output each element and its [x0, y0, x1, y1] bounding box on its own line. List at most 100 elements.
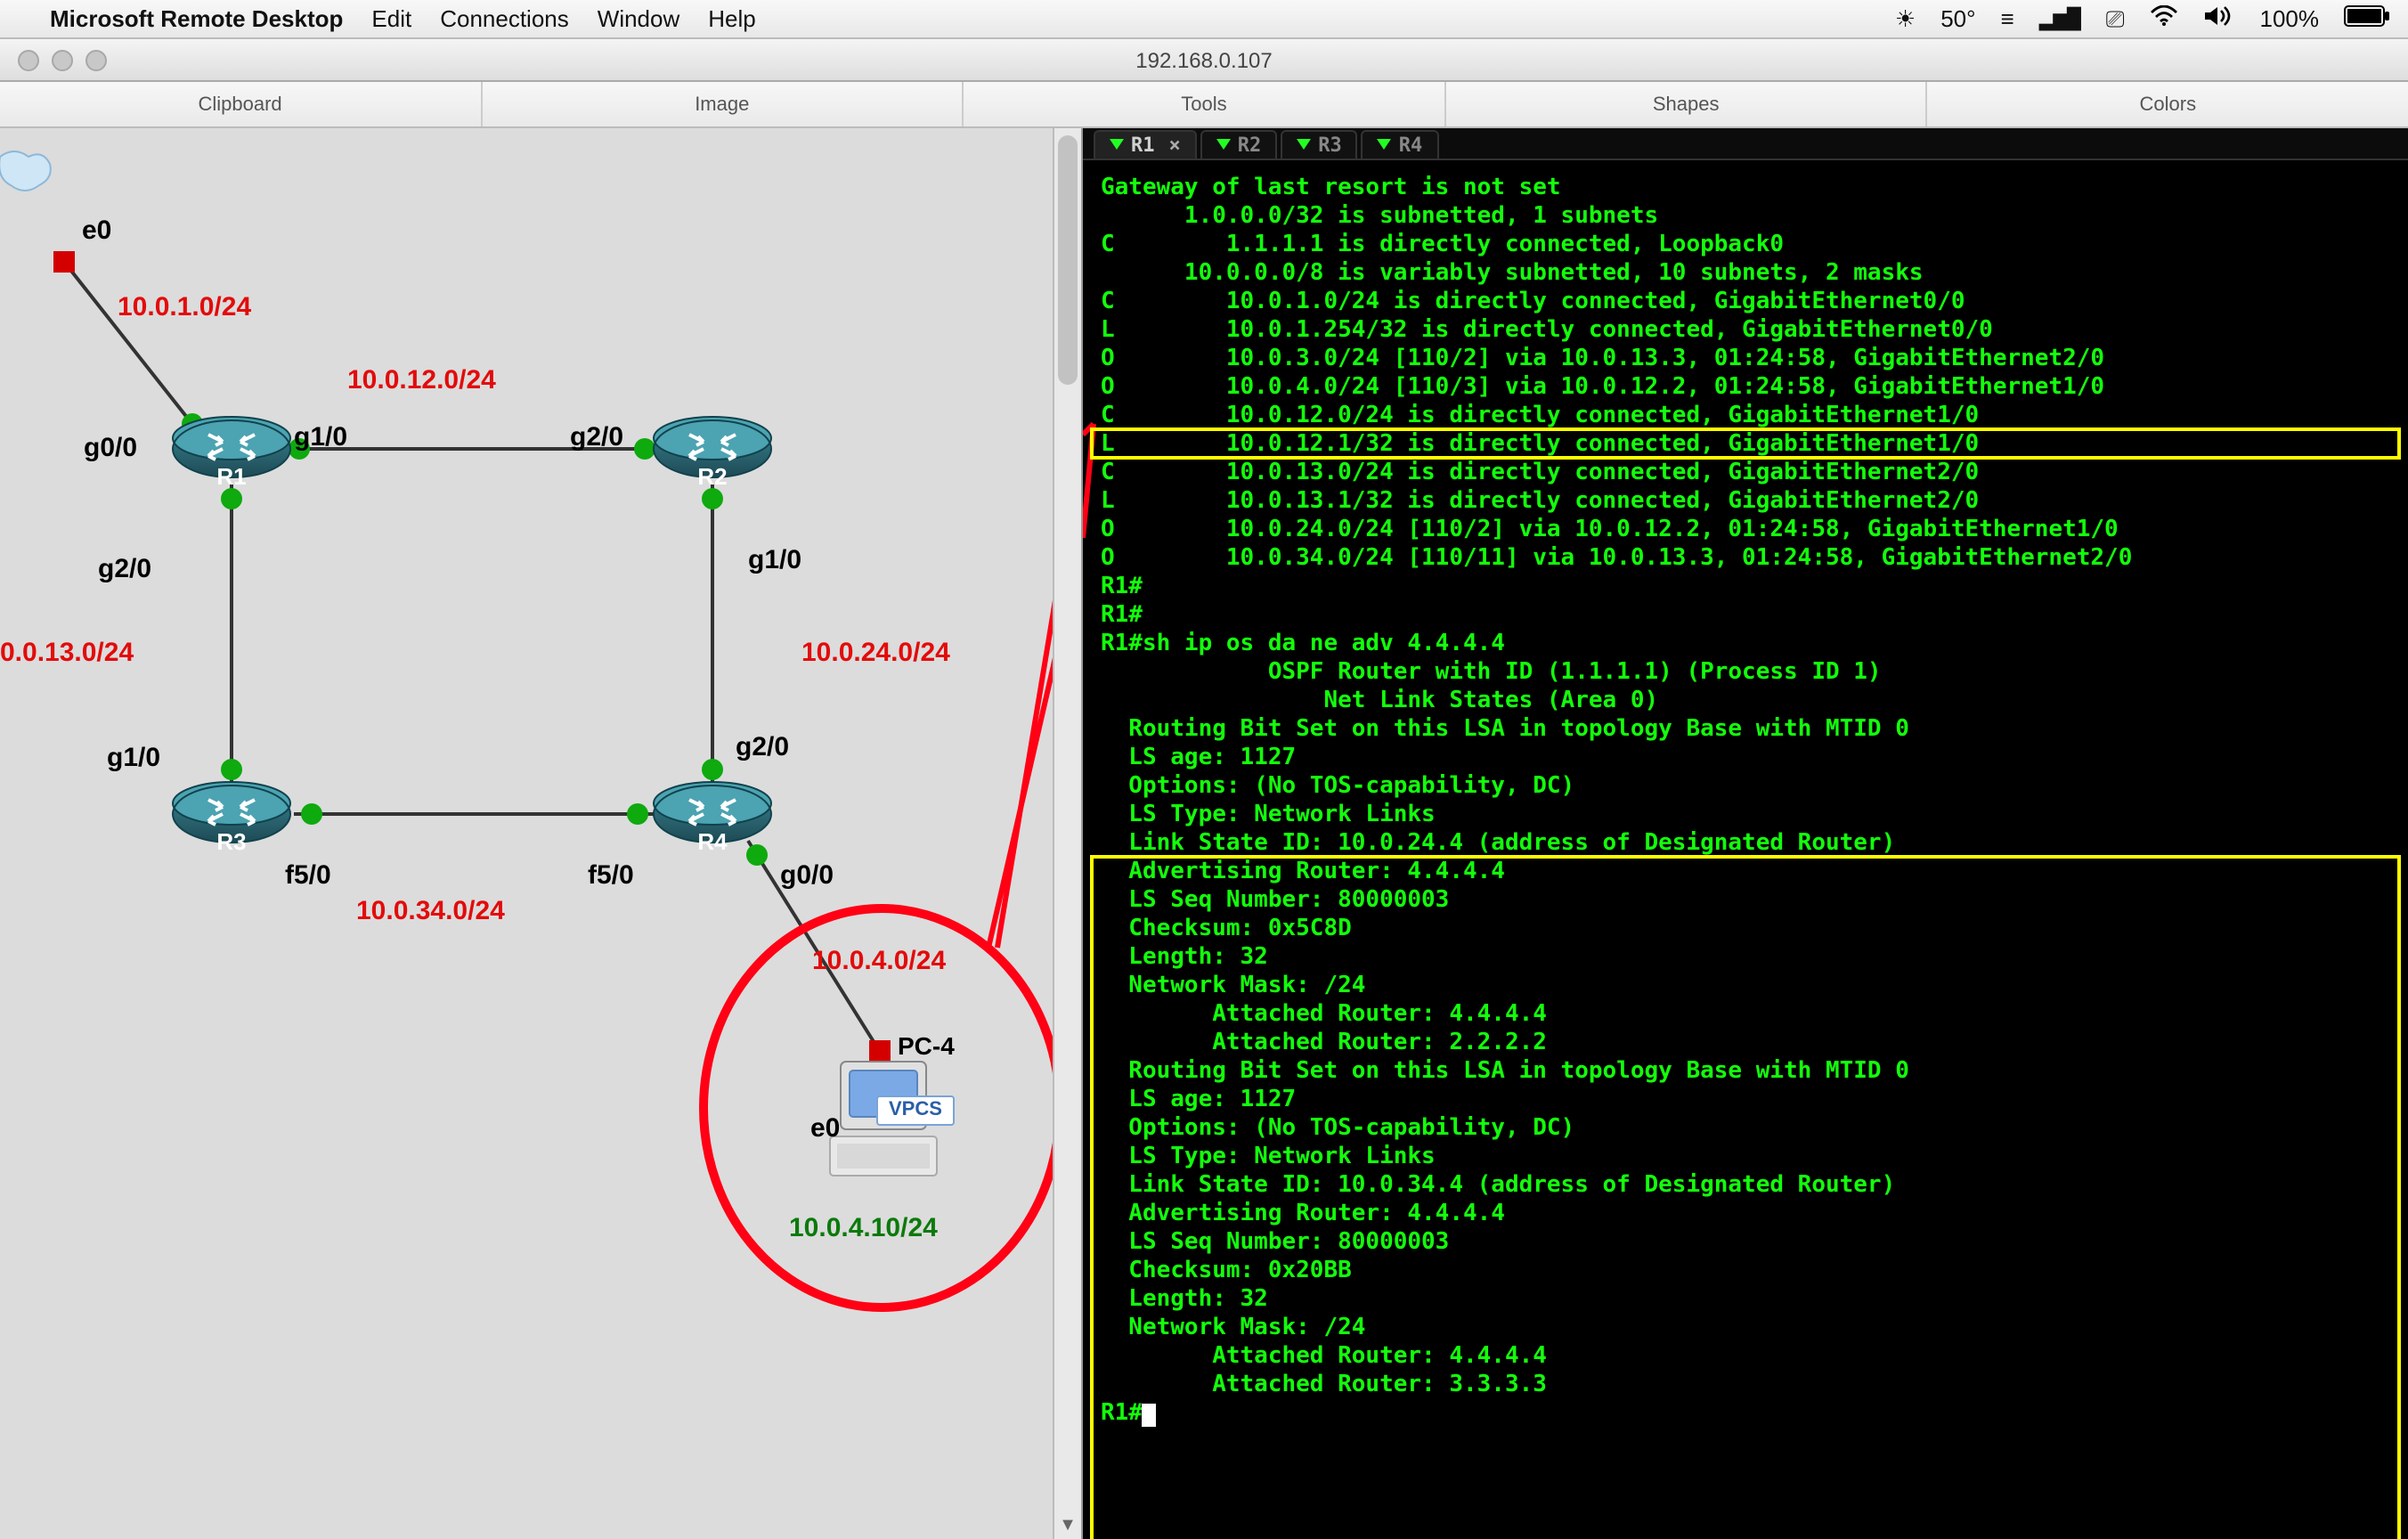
terminal-line: 1.0.0.0/32 is subnetted, 1 subnets — [1101, 203, 2390, 232]
net-10-0-24: 10.0.24.0/24 — [801, 639, 950, 666]
toolbar-clipboard[interactable]: Clipboard — [0, 82, 482, 126]
terminal-line: LS Type: Network Links — [1101, 1144, 2390, 1172]
terminal-line: R1#sh ip os da ne adv 4.4.4.4 — [1101, 631, 2390, 659]
terminal-line: LS Seq Number: 80000003 — [1101, 1229, 2390, 1258]
iface-r4-f50: f5/0 — [588, 862, 634, 889]
topology-links — [0, 128, 1083, 1539]
tab-status-icon — [1216, 139, 1231, 150]
close-icon[interactable] — [18, 49, 39, 70]
app-name[interactable]: Microsoft Remote Desktop — [50, 5, 343, 32]
window-controls[interactable] — [0, 49, 107, 70]
terminal-tab-r2[interactable]: R2 — [1200, 129, 1278, 158]
pc4-badge: VPCS — [876, 1095, 955, 1126]
iface-r2-g10: g1/0 — [748, 547, 801, 574]
rd-title: 192.168.0.107 — [1135, 47, 1273, 72]
menu-connections[interactable]: Connections — [440, 5, 569, 32]
terminal-line: C 1.1.1.1 is directly connected, Loopbac… — [1101, 232, 2390, 260]
topology-canvas[interactable]: R1 R2 R3 R4 — [0, 128, 1083, 1539]
terminal-pane[interactable]: R1 × R2 R3 R4 — [1083, 128, 2408, 1539]
battery-icon[interactable] — [2344, 5, 2390, 32]
router-r3-label: R3 — [169, 830, 294, 853]
router-r1[interactable]: R1 — [169, 413, 294, 484]
display-icon[interactable]: ⎚ — [2106, 4, 2125, 33]
scroll-down-icon[interactable]: ▼ — [1054, 1510, 1081, 1539]
toolbar-shapes[interactable]: Shapes — [1446, 82, 1928, 126]
terminal-tab-r1[interactable]: R1 × — [1094, 129, 1197, 158]
tab-status-icon — [1110, 139, 1124, 150]
menu-window[interactable]: Window — [598, 5, 680, 32]
terminal-line: LS age: 1127 — [1101, 1087, 2390, 1115]
terminal-body[interactable]: Gateway of last resort is not set 1.0.0.… — [1083, 160, 2408, 1539]
terminal-line: O 10.0.3.0/24 [110/2] via 10.0.13.3, 01:… — [1101, 346, 2390, 374]
terminal-line: Link State ID: 10.0.24.4 (address of Des… — [1101, 830, 2390, 859]
terminal-line: LS Type: Network Links — [1101, 802, 2390, 830]
terminal-tab-r4[interactable]: R4 — [1362, 129, 1439, 158]
terminal-line: Options: (No TOS-capability, DC) — [1101, 1115, 2390, 1144]
terminal-line: Link State ID: 10.0.34.4 (address of Des… — [1101, 1172, 2390, 1201]
zoom-icon[interactable] — [85, 49, 107, 70]
iface-r1-g20: g2/0 — [98, 556, 151, 582]
terminal-line: C 10.0.1.0/24 is directly connected, Gig… — [1101, 289, 2390, 317]
router-r2[interactable]: R2 — [650, 413, 775, 484]
mac-menubar: Microsoft Remote Desktop Edit Connection… — [0, 0, 2408, 39]
iface-r1-g10: g1/0 — [294, 424, 347, 451]
menu-edit[interactable]: Edit — [371, 5, 411, 32]
terminal-line: Options: (No TOS-capability, DC) — [1101, 773, 2390, 802]
terminal-line: Attached Router: 2.2.2.2 — [1101, 1030, 2390, 1058]
terminal-line: 10.0.0.0/8 is variably subnetted, 10 sub… — [1101, 260, 2390, 289]
terminal-cursor — [1143, 1404, 1157, 1427]
terminal-line: C 10.0.12.0/24 is directly connected, Gi… — [1101, 403, 2390, 431]
wifi-icon[interactable] — [2150, 5, 2178, 32]
iface-r4-g00: g0/0 — [780, 862, 834, 889]
net-10-0-4: 10.0.4.0/24 — [812, 948, 946, 974]
volume-icon[interactable] — [2203, 5, 2235, 32]
toolbar-colors[interactable]: Colors — [1928, 82, 2408, 126]
terminal-line: LS age: 1127 — [1101, 745, 2390, 773]
tab-status-icon — [1378, 139, 1392, 150]
weather-icon[interactable]: ☀ — [1895, 4, 1916, 33]
close-icon[interactable]: × — [1169, 134, 1181, 154]
topology-scrollbar[interactable]: ▲ ▼ — [1053, 128, 1081, 1539]
terminal-line: O 10.0.24.0/24 [110/2] via 10.0.12.2, 01… — [1101, 517, 2390, 545]
activity-icon[interactable]: ▂▅▇ — [2039, 5, 2081, 32]
terminal-line: Length: 32 — [1101, 944, 2390, 973]
terminal-line: R1# — [1101, 574, 2390, 602]
router-r4-label: R4 — [650, 830, 775, 853]
terminal-line: L 10.0.12.1/32 is directly connected, Gi… — [1101, 431, 2390, 460]
menu-help[interactable]: Help — [708, 5, 756, 32]
terminal-line: Advertising Router: 4.4.4.4 — [1101, 1201, 2390, 1229]
toolbar-image[interactable]: Image — [482, 82, 964, 126]
remote-desktop-window: 192.168.0.107 Clipboard Image Tools Shap… — [0, 39, 2408, 1539]
terminal-line: Advertising Router: 4.4.4.4 — [1101, 859, 2390, 887]
temp-indicator[interactable]: 50° — [1940, 5, 1975, 32]
terminal-line: Attached Router: 4.4.4.4 — [1101, 1343, 2390, 1372]
terminal-line: Length: 32 — [1101, 1286, 2390, 1315]
net-10-0-12: 10.0.12.0/24 — [347, 367, 496, 394]
net-10-0-13: 0.0.13.0/24 — [0, 639, 134, 666]
net-10-0-34: 10.0.34.0/24 — [356, 898, 505, 924]
battery-percent[interactable]: 100% — [2260, 5, 2320, 32]
toolbar-tools[interactable]: Tools — [964, 82, 1445, 126]
terminal-line: Routing Bit Set on this LSA in topology … — [1101, 1058, 2390, 1087]
terminal-line: Attached Router: 3.3.3.3 — [1101, 1372, 2390, 1400]
terminal-line: Network Mask: /24 — [1101, 973, 2390, 1001]
tab-label: R2 — [1238, 134, 1262, 154]
terminal-line: LS Seq Number: 80000003 — [1101, 887, 2390, 916]
terminal-line: Net Link States (Area 0) — [1101, 688, 2390, 716]
router-r4[interactable]: R4 — [650, 778, 775, 850]
scroll-thumb[interactable] — [1058, 135, 1078, 385]
minimize-icon[interactable] — [52, 49, 73, 70]
iface-r3-g10: g1/0 — [107, 745, 160, 771]
terminal-line: R1# — [1101, 602, 2390, 631]
terminal-line: Gateway of last resort is not set — [1101, 175, 2390, 203]
iface-r4-g20: g2/0 — [736, 734, 789, 761]
terminal-line: L 10.0.13.1/32 is directly connected, Gi… — [1101, 488, 2390, 517]
iface-r2-g20: g2/0 — [570, 424, 623, 451]
router-r1-label: R1 — [169, 465, 294, 488]
tab-label: R1 — [1131, 134, 1155, 154]
stats-icon[interactable]: ≡ — [2001, 5, 2014, 32]
iface-r3-f50: f5/0 — [285, 862, 331, 889]
terminal-line: Checksum: 0x5C8D — [1101, 916, 2390, 944]
terminal-tab-r3[interactable]: R3 — [1281, 129, 1358, 158]
router-r3[interactable]: R3 — [169, 778, 294, 850]
